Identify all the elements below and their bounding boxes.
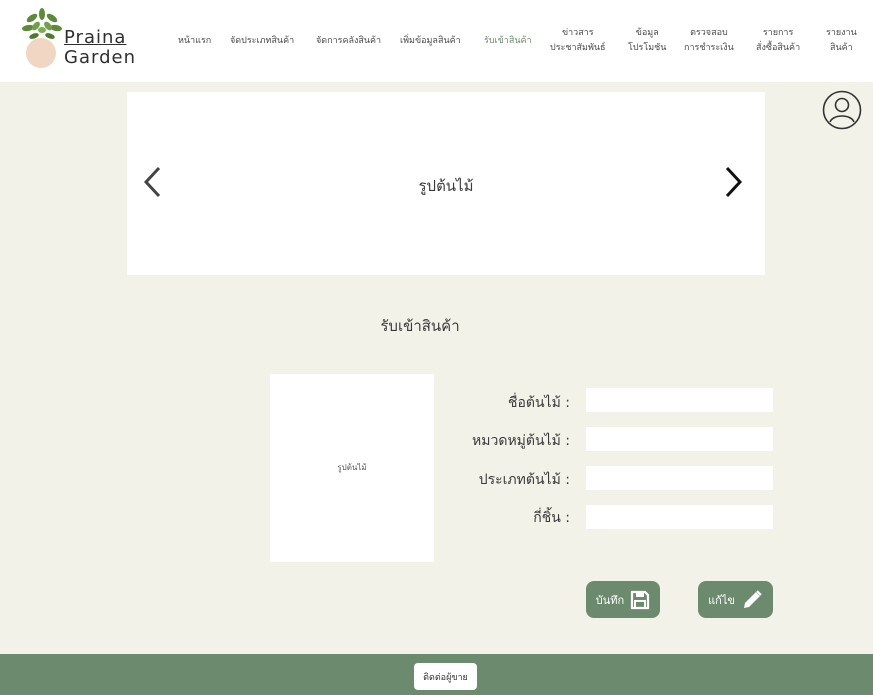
- nav-news-line2: ประชาสัมพันธ์: [550, 43, 606, 53]
- plant-category-field[interactable]: [586, 427, 773, 451]
- nav-payment-line1: ตรวจสอบ: [690, 28, 728, 38]
- quantity-field[interactable]: [586, 505, 773, 529]
- nav-item-promotion[interactable]: ข้อมูล โปรโมชัน: [628, 26, 666, 56]
- plant-type-field[interactable]: [586, 466, 773, 490]
- nav-item-orders[interactable]: รายการ สั่งซื้อสินค้า: [756, 26, 800, 56]
- nav-item-manage-stock[interactable]: จัดการคลังสินค้า: [316, 34, 381, 49]
- nav-promo-line1: ข้อมูล: [635, 28, 659, 38]
- top-navbar: Praina Garden หน้าแรก จัดประเภทสินค้า จั…: [0, 0, 873, 82]
- save-button-label: บันทึก: [595, 593, 625, 607]
- quantity-label: กี่ชิ้น :: [533, 510, 570, 526]
- chevron-right-icon[interactable]: [721, 164, 745, 200]
- nav-item-report[interactable]: รายงาน สินค้า: [826, 26, 857, 56]
- nav-payment-line2: การชำระเงิน: [684, 43, 734, 53]
- plant-type-label: ประเภทต้นไม้ :: [478, 472, 570, 488]
- nav-item-manage-categories[interactable]: จัดประเภทสินค้า: [230, 34, 294, 49]
- nav-report-line2: สินค้า: [830, 43, 853, 53]
- carousel-caption: รูปต้นไม้: [418, 177, 474, 195]
- image-carousel: รูปต้นไม้: [127, 92, 765, 275]
- user-profile-icon[interactable]: [822, 90, 862, 130]
- nav-item-receive-product[interactable]: รับเข้าสินค้า: [484, 34, 532, 49]
- nav-item-payment-check[interactable]: ตรวจสอบ การชำระเงิน: [684, 26, 734, 56]
- edit-button-label: แก้ไข: [708, 593, 735, 607]
- plant-name-field[interactable]: [586, 388, 773, 412]
- nav-report-line1: รายงาน: [826, 28, 857, 38]
- main-nav: หน้าแรก จัดประเภทสินค้า จัดการคลังสินค้า…: [0, 0, 873, 82]
- edit-button[interactable]: แก้ไข: [698, 581, 773, 618]
- nav-news-line1: ข่าวสาร: [561, 28, 594, 38]
- plant-category-label: หมวดหมู่ต้นไม้ :: [472, 433, 570, 449]
- contact-seller-button[interactable]: ติดต่อผู้ขาย: [414, 663, 477, 690]
- plant-name-label: ชื่อต้นไม้ :: [507, 395, 570, 411]
- page-title: รับเข้าสินค้า: [380, 317, 460, 335]
- nav-orders-line1: รายการ: [762, 28, 794, 38]
- floppy-save-icon: [631, 590, 650, 609]
- nav-orders-line2: สั่งซื้อสินค้า: [756, 43, 801, 53]
- nav-item-news[interactable]: ข่าวสาร ประชาสัมพันธ์: [550, 26, 606, 56]
- nav-promo-line2: โปรโมชัน: [628, 43, 667, 53]
- nav-item-add-product[interactable]: เพิ่มข้อมูลสินค้า: [400, 34, 461, 49]
- nav-item-home[interactable]: หน้าแรก: [178, 34, 211, 49]
- pencil-edit-icon: [743, 589, 762, 608]
- save-button[interactable]: บันทึก: [586, 581, 660, 618]
